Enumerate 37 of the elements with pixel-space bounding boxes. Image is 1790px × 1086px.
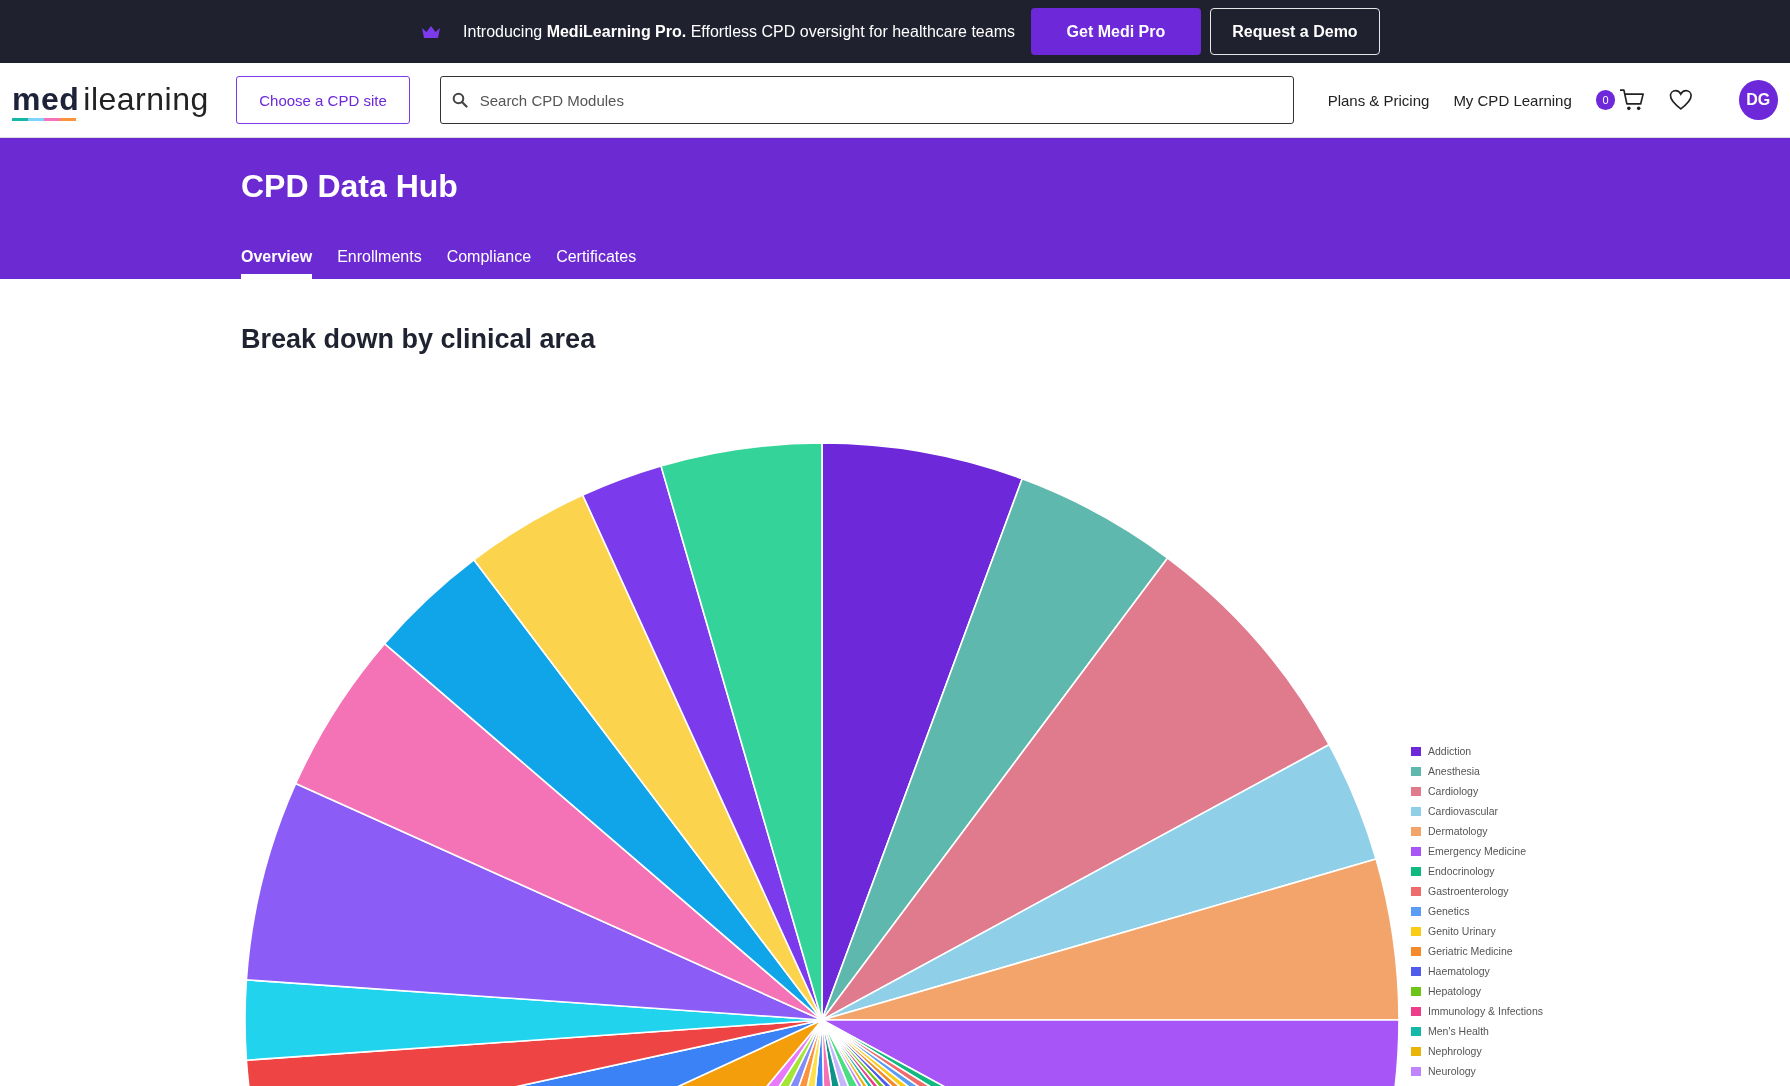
legend-label: Nephrology xyxy=(1428,1045,1482,1057)
legend-label: Genetics xyxy=(1428,905,1470,917)
legend-label: Endocrinology xyxy=(1428,865,1495,877)
color-stripe-icon xyxy=(12,117,76,121)
legend-label: Anesthesia xyxy=(1428,765,1480,777)
legend-label: Immunology & Infections xyxy=(1428,1005,1543,1017)
section-title: Break down by clinical area xyxy=(241,324,597,355)
page-title: CPD Data Hub xyxy=(241,168,459,205)
nav-link[interactable]: My CPD Learning xyxy=(1453,91,1572,109)
search-field[interactable]: Search CPD Modules xyxy=(439,76,1294,124)
logo-text[interactable]: medilearning xyxy=(12,79,237,118)
cart-count-badge: 0 xyxy=(1595,90,1616,110)
heart-icon[interactable] xyxy=(1669,89,1693,111)
legend-label: Cardiology xyxy=(1428,785,1479,797)
cart-icon[interactable] xyxy=(1619,88,1645,112)
tab[interactable]: Certificates xyxy=(556,248,637,279)
legend-label: Haematology xyxy=(1428,965,1490,977)
legend-label: Dermatology xyxy=(1428,825,1488,837)
legend-label: Hepatology xyxy=(1428,985,1482,997)
legend-label: Gastroenterology xyxy=(1428,885,1509,897)
legend-label: Addiction xyxy=(1428,745,1472,757)
announcement-text: Introducing MediLearning Pro. Effortless CPD oversight for healthcare teams xyxy=(463,22,1015,41)
legend-label: Neurology xyxy=(1428,1065,1476,1077)
announcement-button[interactable]: Get Medi Pro xyxy=(1030,8,1201,55)
legend-label: Cardiovascular xyxy=(1428,805,1499,817)
tab[interactable]: Overview xyxy=(241,248,313,279)
legend-label: Geriatric Medicine xyxy=(1428,945,1513,957)
announcement-button[interactable]: Request a Demo xyxy=(1209,8,1380,55)
crown-icon xyxy=(421,24,442,39)
tab[interactable]: Compliance xyxy=(446,248,532,279)
nav-link[interactable]: Plans & Pricing xyxy=(1327,91,1430,109)
user-avatar[interactable]: DG xyxy=(1738,80,1778,120)
legend-label: Genito Urinary xyxy=(1428,925,1496,937)
legend-label: Men's Health xyxy=(1428,1025,1489,1037)
choose-site-button[interactable]: Choose a CPD site xyxy=(236,76,410,124)
legend-label: Emergency Medicine xyxy=(1428,845,1527,857)
tab[interactable]: Enrollments xyxy=(337,248,422,279)
